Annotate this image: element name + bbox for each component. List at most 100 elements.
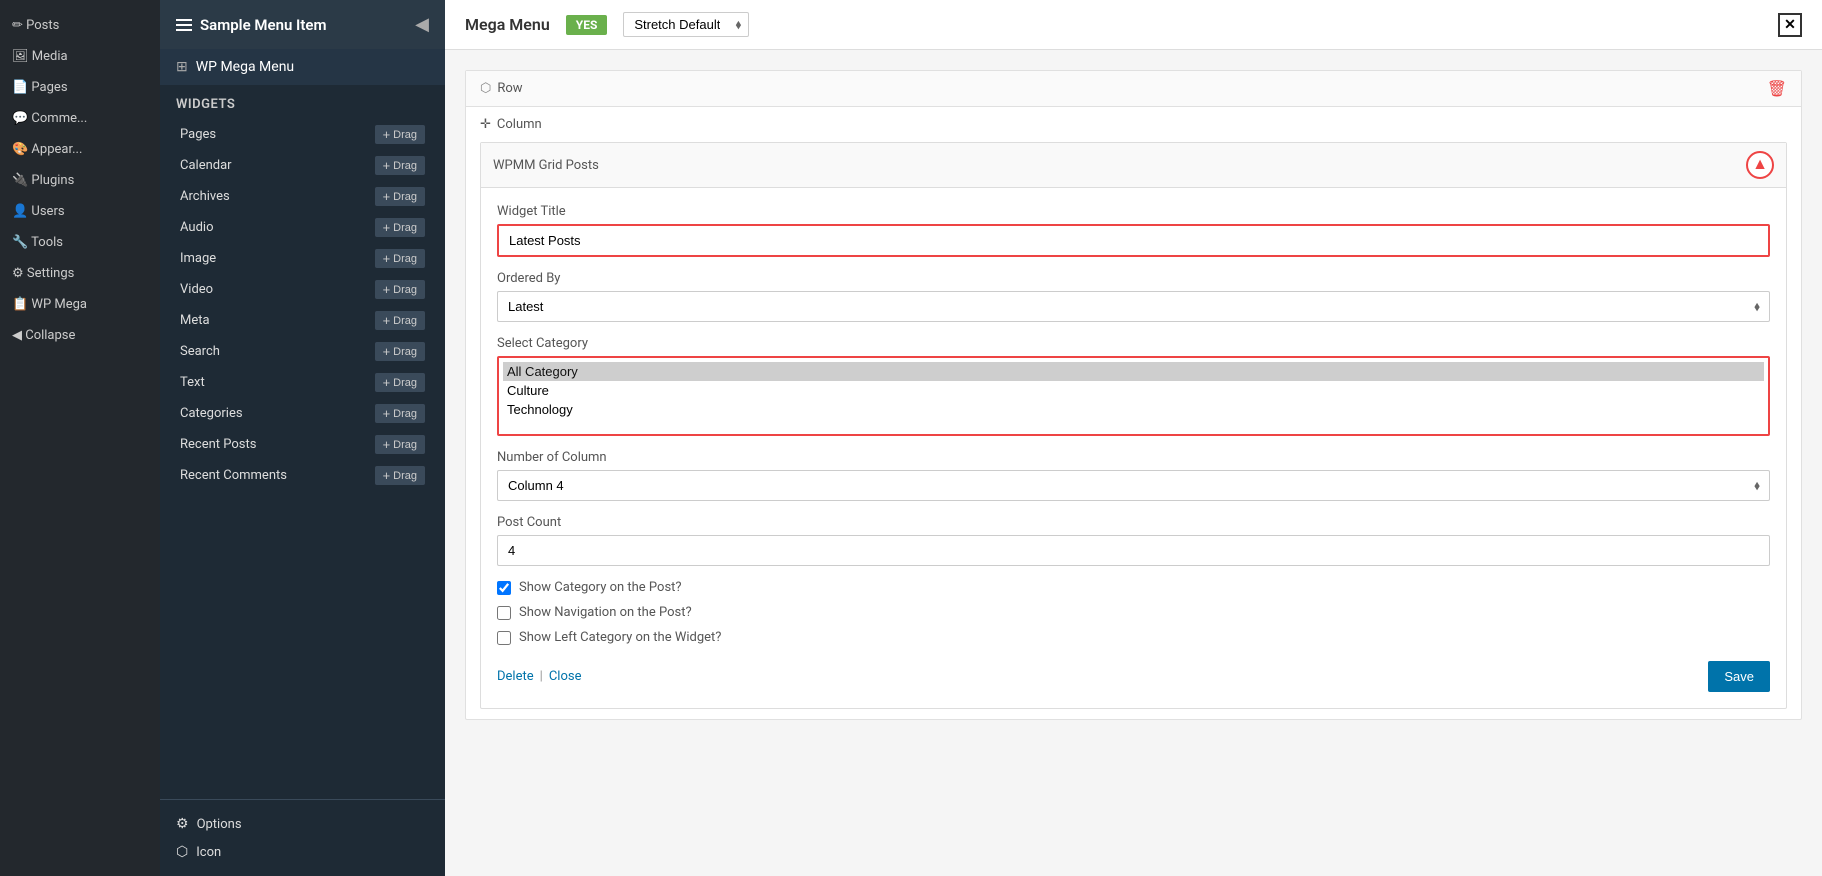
sidebar-item-plugins[interactable]: 🔌 Plugins (0, 165, 160, 196)
delete-link[interactable]: Delete (497, 669, 534, 684)
drag-button[interactable]: Drag (375, 311, 425, 330)
collapse-icon: ◀ (12, 328, 22, 343)
column-section: ✛ Column WPMM Grid Posts ▲ (466, 107, 1801, 719)
widget-title-label: Widget Title (497, 204, 1770, 219)
sidebar-item-tools[interactable]: 🔧 Tools (0, 227, 160, 258)
ordered-by-wrapper: Latest Oldest Random (497, 291, 1770, 322)
sidebar-item-comments[interactable]: 💬 Comme... (0, 103, 160, 134)
menu-item-title: Sample Menu Item (200, 16, 327, 34)
drag-button[interactable]: Drag (375, 404, 425, 423)
show-navigation-label: Show Navigation on the Post? (519, 605, 692, 620)
number-of-column-label: Number of Column (497, 450, 1770, 465)
modal-overlay: Sample Menu Item ◀ ⊞ WP Mega Menu Widget… (160, 0, 1822, 876)
show-category-checkbox[interactable] (497, 581, 511, 595)
sidebar-item-appearance[interactable]: 🎨 Appear... (0, 134, 160, 165)
show-category-group: Show Category on the Post? (497, 580, 1770, 595)
drag-button[interactable]: Drag (375, 342, 425, 361)
widget-name: Pages (180, 127, 216, 142)
row-label: ⬡ Row (480, 81, 523, 96)
column-select-wrapper: Column 1 Column 2 Column 3 Column 4 (497, 470, 1770, 501)
stretch-select[interactable]: Stretch Default (623, 12, 749, 37)
list-item: Pages Drag (176, 120, 429, 149)
post-count-label: Post Count (497, 515, 1770, 530)
widget-form: Widget Title Ordered By Latest (481, 188, 1786, 708)
appearance-icon: 🎨 (12, 142, 28, 157)
sidebar-item-settings[interactable]: ⚙ Settings (0, 258, 160, 289)
category-listbox[interactable]: All Category Culture Technology (497, 356, 1770, 436)
icon-label: Icon (196, 845, 221, 860)
modal-body: ⬡ Row 🗑 ✛ Column (445, 50, 1822, 876)
list-item: Recent Comments Drag (176, 461, 429, 490)
list-item: Image Drag (176, 244, 429, 273)
sidebar-item-wpmega[interactable]: 📋 WP Mega (0, 289, 160, 320)
show-left-category-label: Show Left Category on the Widget? (519, 630, 721, 645)
options-label: Options (197, 817, 242, 832)
options-item[interactable]: ⚙ Options (176, 810, 429, 838)
collapse-arrow-icon[interactable]: ◀ (415, 14, 429, 35)
comments-icon: 💬 (12, 111, 28, 126)
post-count-input[interactable] (497, 535, 1770, 566)
settings-icon: ⚙ (12, 266, 24, 281)
sidebar-item-posts[interactable]: ✏ Posts (0, 10, 160, 41)
yes-toggle[interactable]: YES (566, 15, 608, 35)
modal-panel: Mega Menu YES Stretch Default ✕ (445, 0, 1822, 876)
drag-button[interactable]: Drag (375, 466, 425, 485)
widget-title-input[interactable] (497, 224, 1770, 257)
modal-close-button[interactable]: ✕ (1778, 13, 1802, 37)
sidebar-item-media[interactable]: 🖼 Media (0, 41, 160, 72)
list-item: Search Drag (176, 337, 429, 366)
sidebar-item-collapse[interactable]: ◀ Collapse (0, 320, 160, 351)
left-panel: Sample Menu Item ◀ ⊞ WP Mega Menu Widget… (160, 0, 445, 876)
drag-button[interactable]: Drag (375, 156, 425, 175)
drag-button[interactable]: Drag (375, 187, 425, 206)
plugins-icon: 🔌 (12, 173, 28, 188)
list-item: Text Drag (176, 368, 429, 397)
list-item: Recent Posts Drag (176, 430, 429, 459)
save-button[interactable]: Save (1708, 661, 1770, 692)
widget-name: Video (180, 282, 213, 297)
footer-separator: | (540, 669, 543, 684)
drag-button[interactable]: Drag (375, 218, 425, 237)
close-link[interactable]: Close (549, 669, 582, 684)
widget-name: Recent Comments (180, 468, 287, 483)
column-header: ✛ Column (480, 117, 1787, 132)
widget-name: Image (180, 251, 216, 266)
number-of-column-group: Number of Column Column 1 Column 2 Colum… (497, 450, 1770, 501)
widget-box: WPMM Grid Posts ▲ Widget Title (480, 142, 1787, 709)
users-icon: 👤 (12, 204, 28, 219)
drag-button[interactable]: Drag (375, 280, 425, 299)
sidebar-item-users[interactable]: 👤 Users (0, 196, 160, 227)
wp-mega-menu-title: WP Mega Menu (196, 59, 294, 75)
show-navigation-group: Show Navigation on the Post? (497, 605, 1770, 620)
show-navigation-checkbox[interactable] (497, 606, 511, 620)
stretch-wrapper: Stretch Default (623, 12, 749, 37)
widget-name: Archives (180, 189, 230, 204)
widget-name: Categories (180, 406, 243, 421)
drag-button[interactable]: Drag (375, 125, 425, 144)
delete-row-icon[interactable]: 🗑 (1767, 79, 1787, 98)
widget-name: Audio (180, 220, 213, 235)
column-move-icon: ✛ (480, 117, 491, 132)
sidebar-item-pages[interactable]: 📄 Pages (0, 72, 160, 103)
gear-icon: ⚙ (176, 816, 189, 832)
media-icon: 🖼 (12, 49, 29, 64)
list-item: Meta Drag (176, 306, 429, 335)
widgets-section: Widgets Pages Drag Calendar Drag Archive… (160, 85, 445, 496)
expand-widget-button[interactable]: ▲ (1746, 151, 1774, 179)
drag-button[interactable]: Drag (375, 435, 425, 454)
column-select[interactable]: Column 1 Column 2 Column 3 Column 4 (497, 470, 1770, 501)
grid-icon: ⊞ (176, 59, 188, 75)
modal-title: Mega Menu (465, 15, 550, 34)
icon-item[interactable]: ⬡ Icon (176, 838, 429, 866)
widget-title-group: Widget Title (497, 204, 1770, 257)
options-section: ⚙ Options ⬡ Icon (160, 799, 445, 876)
widget-name: Calendar (180, 158, 232, 173)
ordered-by-label: Ordered By (497, 271, 1770, 286)
drag-button[interactable]: Drag (375, 249, 425, 268)
ordered-by-select[interactable]: Latest Oldest Random (497, 291, 1770, 322)
widget-name: Search (180, 344, 220, 359)
show-left-category-checkbox[interactable] (497, 631, 511, 645)
drag-button[interactable]: Drag (375, 373, 425, 392)
widget-name: Recent Posts (180, 437, 256, 452)
widget-list: Pages Drag Calendar Drag Archives Drag (176, 120, 429, 490)
